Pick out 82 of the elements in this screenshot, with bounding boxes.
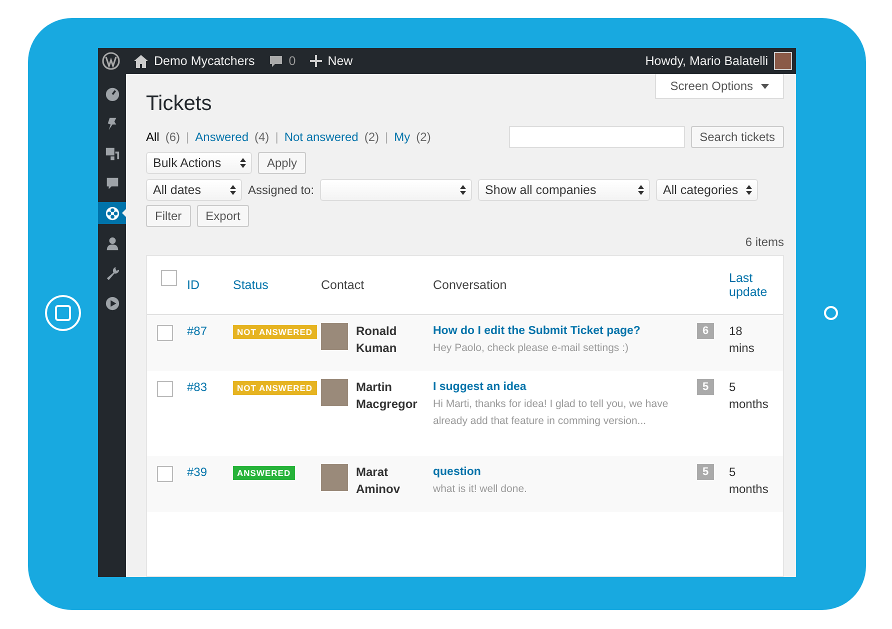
view-count: (2) xyxy=(416,130,431,144)
user-icon xyxy=(104,236,120,250)
filter-link[interactable]: My xyxy=(394,130,410,144)
ticket-subject-link[interactable]: How do I edit the Submit Ticket page? xyxy=(433,323,697,340)
sidebar-item[interactable] xyxy=(98,202,126,224)
filter-button[interactable]: Filter xyxy=(146,205,191,227)
column-header: Conversation xyxy=(433,278,508,292)
last-update: 18 mins xyxy=(729,323,756,357)
contact-name: Ronald Kuman xyxy=(356,323,398,357)
column-header[interactable]: ID xyxy=(187,278,233,292)
row-checkbox[interactable] xyxy=(157,325,173,341)
play-icon xyxy=(104,296,120,310)
new-link[interactable]: New xyxy=(328,54,353,68)
reply-count: 5 xyxy=(697,464,714,480)
comment-count[interactable]: 0 xyxy=(288,54,296,68)
plus-icon xyxy=(310,55,322,67)
assigned-label: Assigned to: xyxy=(248,183,314,197)
filter-link[interactable]: Not answered xyxy=(284,130,358,144)
reply-count: 6 xyxy=(697,323,714,339)
separator: | xyxy=(385,130,388,144)
wrench-icon xyxy=(104,266,120,280)
apply-button[interactable]: Apply xyxy=(258,152,306,174)
last-update: 5 months xyxy=(729,464,769,498)
select-arrows-icon xyxy=(638,185,644,195)
contact-name: Marat Aminov xyxy=(356,464,402,498)
tickets-icon xyxy=(104,206,120,220)
avatar-photo-placeholder xyxy=(321,379,348,406)
companies-select[interactable]: Show all companies xyxy=(478,179,650,201)
reply-count: 5 xyxy=(697,379,714,395)
separator: | xyxy=(186,130,190,144)
select-all-checkbox[interactable] xyxy=(161,270,177,286)
status-badge: ANSWERED xyxy=(233,466,295,480)
item-count: 6 items xyxy=(744,235,784,249)
screen-options-button[interactable]: Screen Options xyxy=(655,74,784,99)
column-header[interactable]: Status xyxy=(233,278,321,292)
camera-dot xyxy=(824,306,838,320)
dates-select[interactable]: All dates xyxy=(146,179,242,201)
export-button[interactable]: Export xyxy=(196,205,250,227)
filter-link[interactable]: Answered xyxy=(195,130,249,144)
select-arrows-icon xyxy=(240,158,246,168)
greeting-link[interactable]: Howdy, Mario Balatelli xyxy=(645,54,768,68)
caret-icon xyxy=(761,84,769,88)
select-arrows-icon xyxy=(746,185,752,195)
avatar-photo-placeholder xyxy=(321,323,348,350)
column-header: Contact xyxy=(321,278,366,292)
categories-select[interactable]: All categories xyxy=(656,179,758,201)
avatar-photo-placeholder xyxy=(321,464,348,491)
select-arrows-icon xyxy=(230,185,236,195)
view-count: (6) xyxy=(165,130,180,144)
page-title: Tickets xyxy=(146,92,213,116)
contact-name: Martin Macgregor xyxy=(356,379,418,413)
home-button[interactable] xyxy=(45,294,81,330)
separator: | xyxy=(275,130,278,144)
message-excerpt: Hi Marti, thanks for idea! I glad to tell you, we have already add that feature in comming version... xyxy=(433,397,670,429)
comment-icon xyxy=(104,176,120,190)
view-count: (4) xyxy=(254,130,270,144)
ticket-subject-link[interactable]: question xyxy=(433,464,697,481)
view-count: (2) xyxy=(364,130,380,144)
avatar-photo-placeholder xyxy=(774,52,792,70)
comment-icon xyxy=(268,54,283,68)
ticket-id-link[interactable]: #83 xyxy=(187,379,233,396)
ticket-id-link[interactable]: #39 xyxy=(187,464,233,481)
message-excerpt: Hey Paolo, check please e-mail settings :) xyxy=(433,341,630,356)
search-button[interactable]: Search tickets xyxy=(690,126,784,148)
ticket-subject-link[interactable]: I suggest an idea xyxy=(433,379,697,396)
site-name-link[interactable]: Demo Mycatchers xyxy=(154,54,255,68)
wordpress-logo-icon[interactable] xyxy=(102,52,120,70)
bulk-actions-select[interactable]: Bulk Actions xyxy=(146,152,252,174)
column-header[interactable]: Last update xyxy=(729,271,783,299)
search-field[interactable] xyxy=(508,126,685,148)
status-badge: NOT ANSWERED xyxy=(233,381,317,395)
home-icon xyxy=(134,54,148,68)
row-checkbox[interactable] xyxy=(157,466,173,482)
message-excerpt: what is it! well done. xyxy=(433,482,528,497)
row-checkbox[interactable] xyxy=(157,381,173,397)
media-icon xyxy=(104,146,120,160)
status-badge: NOT ANSWERED xyxy=(233,325,317,339)
ticket-id-link[interactable]: #87 xyxy=(187,323,233,340)
select-arrows-icon xyxy=(460,185,466,195)
filter-link[interactable]: All xyxy=(146,130,160,144)
last-update: 5 months xyxy=(729,379,769,413)
dashboard-icon xyxy=(104,86,120,100)
